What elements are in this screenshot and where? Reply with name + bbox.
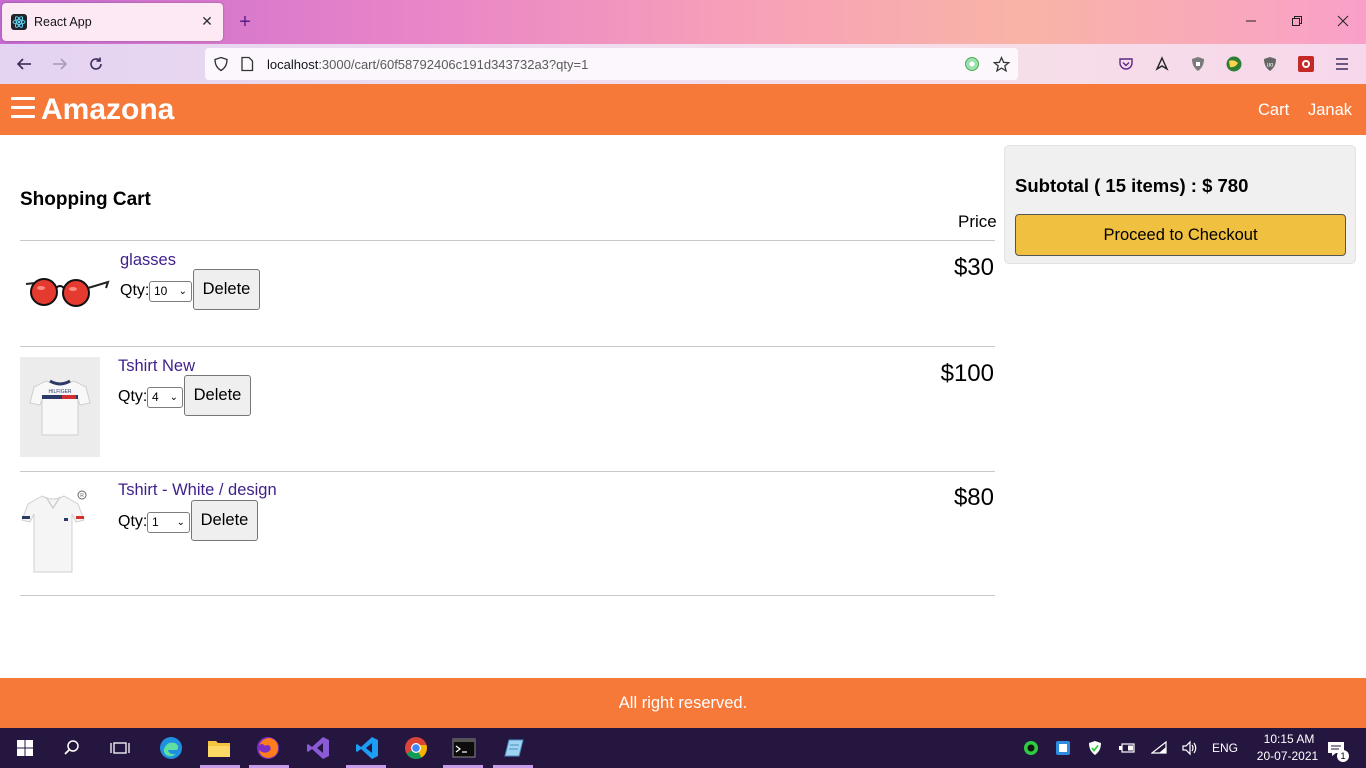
subtotal-text: Subtotal ( 15 items) : $ 780 bbox=[1015, 175, 1249, 196]
file-explorer-icon[interactable] bbox=[206, 736, 232, 760]
brand-logo-link[interactable]: Amazona bbox=[41, 93, 174, 127]
notification-count-badge: 1 bbox=[1337, 750, 1349, 762]
proceed-to-checkout-button[interactable]: Proceed to Checkout bbox=[1015, 214, 1346, 256]
product-image-tshirt-white[interactable]: R bbox=[20, 488, 90, 574]
item-price: $80 bbox=[953, 484, 994, 511]
minimize-icon[interactable] bbox=[1241, 12, 1261, 32]
ublock-icon[interactable]: uo bbox=[1260, 54, 1280, 74]
tray-app-circle-icon[interactable] bbox=[1022, 739, 1040, 757]
tab-title: React App bbox=[34, 15, 92, 29]
extension-triangle-icon[interactable] bbox=[1152, 54, 1172, 74]
qty-label: Qty: bbox=[120, 282, 150, 299]
qty-select[interactable]: 4 ⌄ bbox=[147, 387, 183, 408]
chevron-down-icon: ⌄ bbox=[178, 286, 187, 297]
delete-button[interactable]: Delete bbox=[184, 375, 251, 416]
wifi-icon[interactable] bbox=[1151, 739, 1169, 757]
divider bbox=[20, 595, 995, 596]
battery-icon[interactable] bbox=[1118, 739, 1136, 757]
notification-icon[interactable]: 1 bbox=[1325, 738, 1349, 762]
tray-app-blue-icon[interactable] bbox=[1054, 739, 1072, 757]
order-summary-card: Subtotal ( 15 items) : $ 780 Proceed to … bbox=[1004, 145, 1356, 264]
svg-text:R: R bbox=[80, 493, 84, 499]
product-link[interactable]: Tshirt New bbox=[118, 357, 195, 376]
globe-extension-icon[interactable] bbox=[1224, 54, 1244, 74]
delete-button[interactable]: Delete bbox=[193, 269, 260, 310]
hamburger-menu-icon[interactable] bbox=[11, 97, 35, 121]
svg-text:uo: uo bbox=[1267, 63, 1274, 69]
chevron-down-icon: ⌄ bbox=[176, 517, 185, 528]
address-bar[interactable]: localhost:3000/cart/60f58792406c191d3437… bbox=[205, 48, 1018, 80]
bookmark-star-icon[interactable] bbox=[991, 54, 1011, 74]
product-link[interactable]: Tshirt - White / design bbox=[118, 481, 277, 500]
price-column-header: Price bbox=[958, 212, 997, 231]
vscode-icon[interactable] bbox=[354, 736, 380, 760]
qty-select[interactable]: 10 ⌄ bbox=[149, 281, 192, 302]
reload-icon[interactable] bbox=[86, 54, 106, 74]
app-header: Amazona Cart Janak bbox=[0, 84, 1366, 135]
notepad-icon[interactable] bbox=[500, 736, 526, 760]
volume-icon[interactable] bbox=[1181, 739, 1199, 757]
edge-icon[interactable] bbox=[158, 736, 184, 760]
color-picker-icon[interactable] bbox=[962, 54, 982, 74]
footer-text: All right reserved. bbox=[618, 693, 748, 712]
firefox-icon[interactable] bbox=[255, 736, 281, 760]
forward-icon[interactable] bbox=[50, 54, 70, 74]
url-text[interactable]: localhost:3000/cart/60f58792406c191d3437… bbox=[267, 57, 588, 72]
back-icon[interactable] bbox=[14, 54, 34, 74]
item-price: $100 bbox=[940, 360, 994, 387]
user-menu-link[interactable]: Janak bbox=[1308, 101, 1352, 120]
page-icon[interactable] bbox=[237, 54, 257, 74]
qty-label: Qty: bbox=[118, 388, 148, 405]
product-image-glasses[interactable] bbox=[22, 268, 110, 314]
page-title: Shopping Cart bbox=[20, 189, 151, 210]
clock-time[interactable]: 10:15 AM bbox=[1254, 732, 1324, 746]
task-view-icon[interactable] bbox=[107, 736, 133, 760]
tab-close-icon[interactable]: ✕ bbox=[199, 13, 215, 29]
taskbar: ENG 10:15 AM 20-07-2021 1 bbox=[0, 728, 1366, 768]
browser-tab[interactable]: React App ✕ bbox=[2, 3, 223, 41]
item-price: $30 bbox=[953, 254, 994, 281]
pocket-icon[interactable] bbox=[1116, 54, 1136, 74]
browser-nav-bar: localhost:3000/cart/60f58792406c191d3437… bbox=[0, 44, 1366, 84]
chrome-icon[interactable] bbox=[403, 736, 429, 760]
product-link[interactable]: glasses bbox=[120, 251, 176, 270]
chevron-down-icon: ⌄ bbox=[169, 392, 178, 403]
privacy-badger-icon[interactable] bbox=[1188, 54, 1208, 74]
delete-button[interactable]: Delete bbox=[191, 500, 258, 541]
terminal-icon[interactable] bbox=[451, 736, 477, 760]
qty-label: Qty: bbox=[118, 513, 148, 530]
shield-icon[interactable] bbox=[211, 54, 231, 74]
language-indicator[interactable]: ENG bbox=[1212, 741, 1238, 755]
new-tab-icon[interactable]: + bbox=[235, 12, 255, 32]
windows-security-icon[interactable] bbox=[1086, 739, 1104, 757]
extension-red-icon[interactable] bbox=[1296, 54, 1316, 74]
cart-link[interactable]: Cart bbox=[1258, 101, 1289, 120]
search-icon[interactable] bbox=[59, 736, 85, 760]
close-window-icon[interactable] bbox=[1333, 12, 1353, 32]
windows-start-icon[interactable] bbox=[12, 736, 38, 760]
divider bbox=[20, 240, 995, 241]
page-footer: All right reserved. bbox=[0, 678, 1366, 728]
restore-icon[interactable] bbox=[1287, 12, 1307, 32]
divider bbox=[20, 346, 995, 347]
visual-studio-icon[interactable] bbox=[305, 736, 331, 760]
browser-tab-bar: React App ✕ + bbox=[0, 0, 1366, 44]
menu-icon[interactable] bbox=[1332, 54, 1352, 74]
divider bbox=[20, 471, 995, 472]
qty-select[interactable]: 1 ⌄ bbox=[147, 512, 190, 533]
clock-date[interactable]: 20-07-2021 bbox=[1250, 749, 1325, 763]
svg-text:HILFIGER: HILFIGER bbox=[48, 389, 71, 395]
react-icon bbox=[11, 14, 27, 30]
product-image-tshirt-new[interactable]: HILFIGER bbox=[20, 357, 100, 457]
